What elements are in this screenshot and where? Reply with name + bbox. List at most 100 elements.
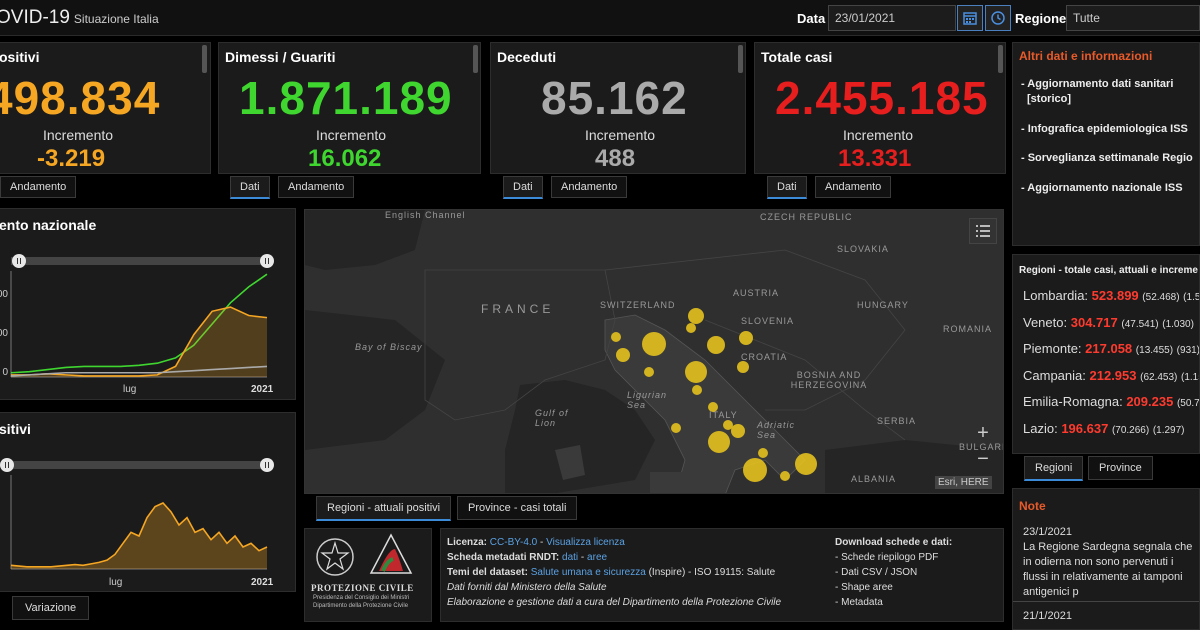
regions-panel: Regioni - totale casi, attuali e increme… <box>1012 254 1200 454</box>
zoom-in-button[interactable]: + <box>969 420 997 446</box>
app-title: OVID-19 Situazione Italia <box>0 7 159 28</box>
bubble-valle-aosta[interactable] <box>611 332 621 342</box>
y-tick-label: 00 <box>0 289 8 300</box>
data-provider-text: Dati forniti dal Ministero della Salute <box>447 582 607 593</box>
notes-title: Note <box>1019 499 1046 513</box>
view-license-link[interactable]: Visualizza licenza <box>546 537 625 548</box>
region-row[interactable]: Emilia-Romagna: 209.235 (50.73 <box>1023 389 1199 416</box>
clock-icon <box>991 11 1005 25</box>
region-row[interactable]: Piemonte: 217.058 (13.455) (931) <box>1023 336 1199 363</box>
chart-title: sitivi <box>0 421 31 437</box>
bubble-veneto[interactable] <box>707 336 725 354</box>
tab-andamento[interactable]: Andamento <box>551 176 628 198</box>
download-shape-link[interactable]: - Shape aree <box>835 580 893 595</box>
date-input[interactable] <box>828 5 956 31</box>
region-row[interactable]: Lazio: 196.637 (70.266) (1.297) <box>1023 416 1199 443</box>
calendar-button[interactable] <box>957 5 983 31</box>
bubble-lazio[interactable] <box>708 431 730 453</box>
map[interactable]: English Channel FRANCE SWITZERLAND AUSTR… <box>304 209 1004 494</box>
license-link[interactable]: CC-BY-4.0 <box>490 537 537 548</box>
info-link-storico[interactable]: [storico] <box>1027 93 1071 105</box>
y-tick-label: 00 <box>0 328 8 339</box>
download-csv-link[interactable]: - Dati CSV / JSON <box>835 565 917 580</box>
logo-text: PROTEZIONE CIVILE <box>311 583 414 593</box>
metadata-aree-link[interactable]: aree <box>587 552 607 563</box>
bubble-umbria[interactable] <box>708 402 718 412</box>
tab-andamento[interactable]: Andamento <box>278 176 355 198</box>
bubble-emilia[interactable] <box>685 361 707 383</box>
card-title: Dimessi / Guariti <box>225 49 336 65</box>
card-scrollbar[interactable] <box>738 45 743 73</box>
region-label: Regione <box>1015 11 1067 26</box>
bubble-marche[interactable] <box>737 361 749 373</box>
bubble-toscana[interactable] <box>692 385 702 395</box>
regions-title: Regioni - totale casi, attuali e increme <box>1019 265 1198 276</box>
card-value: 2.455.185 <box>775 72 989 124</box>
info-link-iss[interactable]: - Infografica epidemiologica ISS <box>1021 123 1188 135</box>
themes-line: Temi del dataset: Salute umana e sicurez… <box>447 567 776 578</box>
x-tick-label: lug <box>123 384 136 395</box>
download-pdf-link[interactable]: - Schede riepilogo PDF <box>835 550 938 565</box>
bubble-basilicata[interactable] <box>758 448 768 458</box>
info-link-nazionale[interactable]: - Aggiornamento nazionale ISS <box>1021 182 1183 194</box>
zoom-out-button[interactable]: − <box>969 446 997 472</box>
tab-dati[interactable]: Dati <box>503 176 543 199</box>
card-scrollbar[interactable] <box>998 45 1003 73</box>
region-select[interactable] <box>1066 5 1200 31</box>
tab-andamento[interactable]: Andamento <box>815 176 892 198</box>
metadata-dati-link[interactable]: dati <box>562 552 578 563</box>
bubble-trentino[interactable] <box>688 308 704 324</box>
tab-regioni[interactable]: Regioni <box>1024 456 1084 481</box>
tab-province[interactable]: Province <box>1088 456 1153 480</box>
tab-dati[interactable]: Dati <box>230 176 270 199</box>
x-tick-label: 2021 <box>251 577 274 588</box>
region-row[interactable]: Campania: 212.953 (62.453) (1.15 <box>1023 363 1199 390</box>
region-row[interactable]: Lombardia: 523.899 (52.468) (1.53 <box>1023 283 1199 310</box>
metadata-line: Scheda metadati RNDT: dati - aree <box>447 552 608 563</box>
bubble-lombardia[interactable] <box>642 332 666 356</box>
bubble-calabria[interactable] <box>780 471 790 481</box>
download-metadata-link[interactable]: - Metadata <box>835 595 883 610</box>
card-scrollbar[interactable] <box>202 45 207 73</box>
info-link-sorveglianza[interactable]: - Sorveglianza settimanale Regio <box>1021 152 1193 164</box>
map-bubbles <box>611 308 817 482</box>
tab-province-casi[interactable]: Province - casi totali <box>457 496 578 520</box>
tab-variazione[interactable]: Variazione <box>12 596 90 620</box>
themes-link[interactable]: Salute umana e sicurezza <box>531 567 646 578</box>
tab-andamento[interactable]: Andamento <box>0 176 77 198</box>
bubble-friuli[interactable] <box>739 331 753 345</box>
time-button[interactable] <box>985 5 1011 31</box>
bubble-alto-adige[interactable] <box>686 323 696 333</box>
range-handle-right <box>260 458 274 472</box>
range-handle-left <box>0 458 14 472</box>
bubble-liguria[interactable] <box>644 367 654 377</box>
card-scrollbar[interactable] <box>473 45 478 73</box>
bubble-piemonte[interactable] <box>616 348 630 362</box>
regions-list: Lombardia: 523.899 (52.468) (1.53 Veneto… <box>1023 283 1199 443</box>
list-icon <box>976 225 990 237</box>
data-management-text: Elaborazione e gestione dati a cura del … <box>447 597 782 608</box>
tab-dati[interactable]: Dati <box>767 176 807 199</box>
bubble-puglia[interactable] <box>795 453 817 475</box>
bubble-sardegna[interactable] <box>671 423 681 433</box>
increment-value: -3.219 <box>37 145 106 172</box>
card-title: Totale casi <box>761 49 833 65</box>
increment-value: 488 <box>595 145 636 172</box>
bubble-molise[interactable] <box>731 424 745 438</box>
info-panel: Altri dati e informazioni - Aggiornament… <box>1012 42 1200 246</box>
tab-regioni-attuali[interactable]: Regioni - attuali positivi <box>316 496 452 521</box>
card-value: 498.834 <box>0 72 161 124</box>
info-link-sanitari[interactable]: - Aggiornamento dati sanitari <box>1021 78 1173 90</box>
license-line: Licenza: CC-BY-4.0 - Visualizza licenza <box>447 537 625 548</box>
map-legend-button[interactable] <box>969 218 997 244</box>
download-title: Download schede e dati: <box>835 537 953 548</box>
region-row[interactable]: Veneto: 304.717 (47.541) (1.030) <box>1023 310 1199 337</box>
bubble-campania[interactable] <box>743 458 767 482</box>
card-value: 1.871.189 <box>239 72 453 124</box>
logo-subtitle: Dipartimento della Protezione Civile <box>313 603 409 609</box>
notes-panel: Note 23/1/2021 La Regione Sardegna segna… <box>1012 488 1200 630</box>
positivi-chart: lug 2021 <box>0 458 274 588</box>
increment-value: 16.062 <box>308 145 382 172</box>
footer-panel: Licenza: CC-BY-4.0 - Visualizza licenza … <box>440 528 1004 622</box>
x-tick-label: lug <box>109 577 122 588</box>
